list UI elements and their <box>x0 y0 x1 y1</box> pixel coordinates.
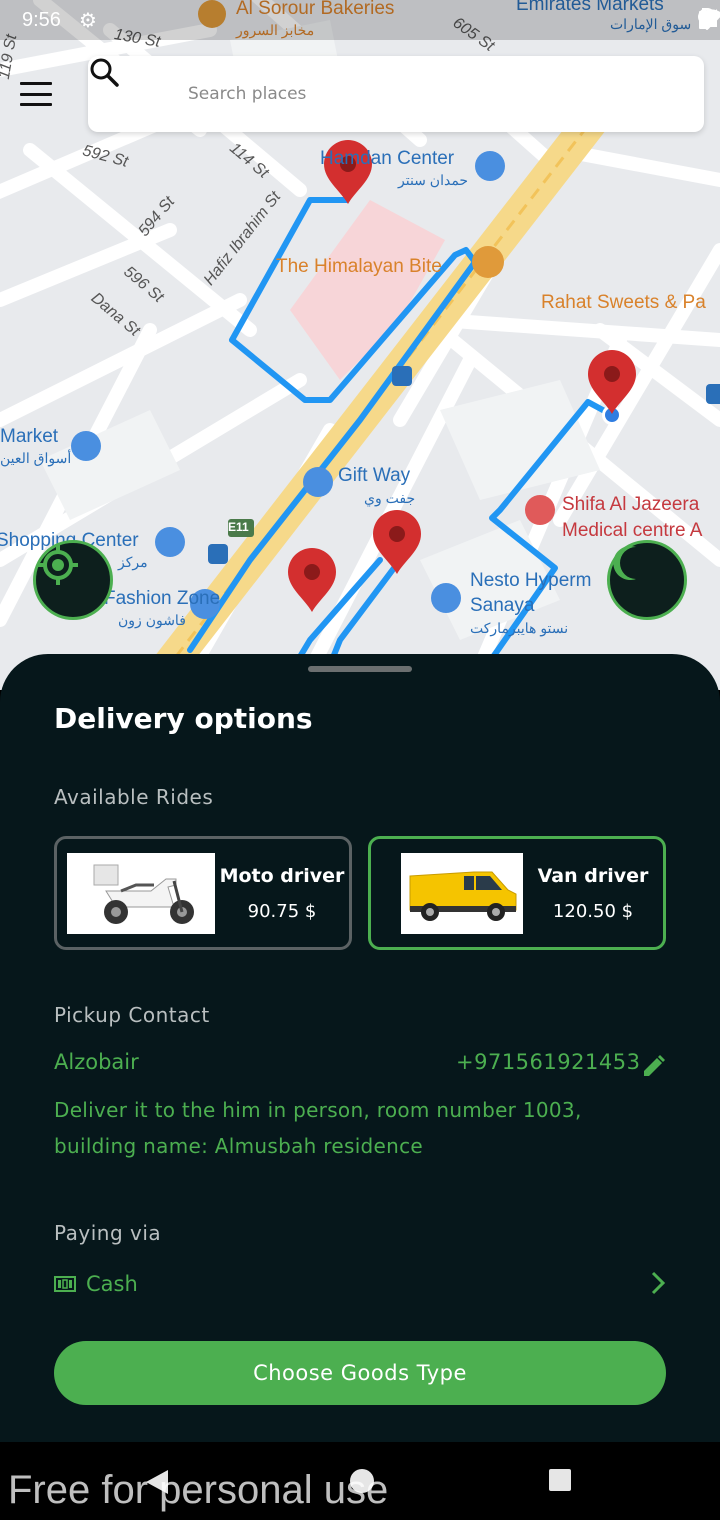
payment-method-row[interactable]: Cash <box>54 1266 666 1302</box>
drag-handle[interactable] <box>308 666 412 672</box>
search-bar[interactable] <box>88 56 704 132</box>
my-location-button[interactable] <box>33 540 113 620</box>
paying-via-label: Paying via <box>54 1221 162 1245</box>
status-bar: 9:56 ⚙ <box>0 0 720 40</box>
menu-icon-bar <box>20 103 52 106</box>
ride-name: Van driver <box>537 864 649 887</box>
map-view[interactable]: Al Sorour Bakeries مخابز السرور Emirates… <box>0 0 720 690</box>
poi-label: مركز <box>118 554 148 570</box>
chevron-right-icon <box>651 1271 666 1295</box>
poi-label: Shifa Al Jazeera <box>562 494 700 515</box>
menu-icon-bar <box>20 82 52 85</box>
battery-icon <box>699 8 709 29</box>
cash-icon <box>54 1276 76 1292</box>
watermark: Free for personal use <box>8 1468 389 1512</box>
menu-icon-bar <box>20 92 52 96</box>
edit-contact-button[interactable] <box>640 1054 666 1080</box>
ride-option-moto[interactable]: Moto driver 90.75 $ <box>54 836 352 950</box>
poi-label: Medical centre A <box>562 520 703 541</box>
van-image <box>401 852 523 934</box>
payment-method: Cash <box>86 1272 138 1296</box>
delivery-instructions: Deliver it to the him in person, room nu… <box>54 1098 582 1158</box>
poi-label: حمدان سنتر <box>398 172 469 188</box>
search-input[interactable] <box>188 84 668 104</box>
available-rides-label: Available Rides <box>54 785 214 809</box>
moon-icon <box>613 546 636 580</box>
poi-label: Hamdan Center <box>320 148 455 169</box>
map-pin[interactable] <box>373 510 421 574</box>
ride-option-van[interactable]: Van driver 120.50 $ <box>368 836 666 950</box>
recents-icon[interactable] <box>548 1468 572 1492</box>
poi-label: Market <box>0 426 59 447</box>
sheet-title: Delivery options <box>54 702 313 735</box>
contact-phone: +971561921453 <box>456 1050 641 1074</box>
poi-label: Rahat Sweets & Pa <box>541 292 706 313</box>
ride-name: Moto driver <box>219 864 345 887</box>
delivery-options-sheet[interactable]: Delivery options Available Rides Moto dr… <box>0 654 720 1442</box>
status-time: 9:56 <box>22 8 61 31</box>
system-nav-bar: Free for personal use <box>0 1442 720 1520</box>
menu-button[interactable] <box>16 76 56 112</box>
poi-label: جفت وي <box>364 490 416 506</box>
moto-image <box>67 852 215 934</box>
pencil-icon <box>644 1055 665 1076</box>
poi-label: Nesto Hyperm <box>470 570 592 591</box>
map-pin[interactable] <box>288 548 336 612</box>
pickup-contact-label: Pickup Contact <box>54 1003 210 1027</box>
poi-label: Fashion Zone <box>104 588 221 609</box>
settings-icon: ⚙ <box>78 8 97 32</box>
poi-label: نستو هايبرماركت <box>470 620 569 636</box>
poi-label: Gift Way <box>338 465 411 486</box>
poi-label: أسواق العين <box>0 450 72 466</box>
crosshair-icon <box>38 545 78 585</box>
contact-name: Alzobair <box>54 1050 139 1074</box>
poi-label: Sanaya <box>470 595 535 616</box>
ride-price: 90.75 $ <box>247 900 317 922</box>
dark-mode-button[interactable] <box>607 540 687 620</box>
poi-label: فاشون زون <box>118 612 186 628</box>
ride-price: 120.50 $ <box>552 900 634 922</box>
poi-label: The Himalayan Bite <box>276 256 442 277</box>
choose-goods-type-button[interactable]: Choose Goods Type <box>54 1341 666 1405</box>
highway-shield: E11 <box>228 520 249 534</box>
